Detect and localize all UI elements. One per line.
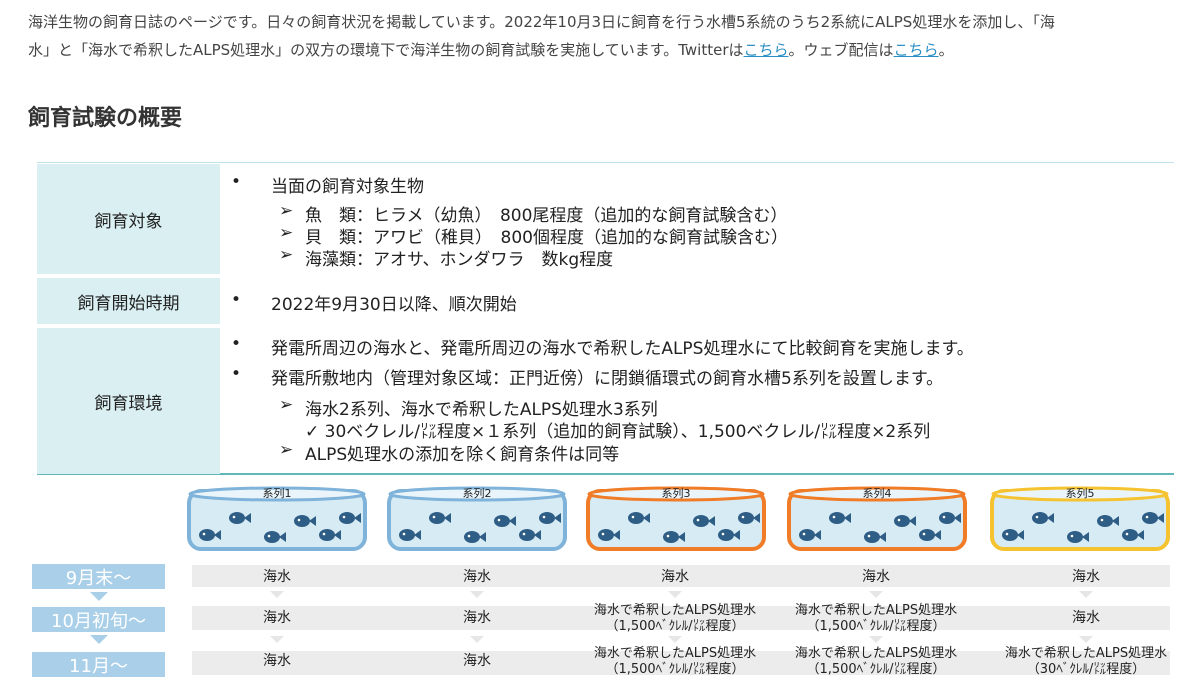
row-head-start: 飼育開始時期 <box>37 278 220 324</box>
condition-text: （1,500ﾍﾞｸﾚﾙ/㍑程度） <box>806 662 946 677</box>
arrow-bullet-icon: ➢ <box>279 440 294 460</box>
condition-cell: 海水 <box>379 569 575 585</box>
condition-text: 海水で希釈したALPS処理水 <box>593 603 757 618</box>
condition-cell: 海水 <box>577 569 773 585</box>
condition-text: 海水 <box>263 569 291 585</box>
tank-label: 系列4 <box>862 487 892 500</box>
web-stream-link[interactable]: こちら <box>894 41 939 59</box>
body-text: ✓ 30ベクレル/㍑程度×１系列（追加的飼育試験）、1,500ベクレル/㍑程度×… <box>305 422 931 442</box>
arrow-down-icon <box>90 635 108 644</box>
condition-cell: 海水で希釈したALPS処理水 （1,500ﾍﾞｸﾚﾙ/㍑程度） <box>778 603 974 635</box>
tank-label: 系列1 <box>262 487 292 500</box>
arrow-down-icon <box>869 591 883 598</box>
intro-text-web: 。ウェブ配信は <box>788 41 894 59</box>
body-text: ALPS処理水の添加を除く飼育条件は同等 <box>305 445 620 465</box>
condition-text: （1,500ﾍﾞｸﾚﾙ/㍑程度） <box>605 619 745 634</box>
body-text: 発電所敷地内（管理対象区域：正門近傍）に閉鎖循環式の飼育水槽5系列を設置します。 <box>271 369 944 389</box>
arrow-down-icon <box>668 591 682 598</box>
condition-text: 海水 <box>463 653 491 669</box>
tank-label: 系列2 <box>462 487 492 500</box>
condition-text: 海水 <box>463 569 491 585</box>
period-label-oct-early: 10月初旬～ <box>32 607 165 632</box>
twitter-link[interactable]: こちら <box>744 41 789 59</box>
intro-text-line2: 水」と「海水で希釈したALPS処理水」の双方の環境下で海洋生物の飼育試験を実施し… <box>28 41 744 59</box>
bullet: • <box>231 172 242 192</box>
tank-1: 系列1 <box>187 485 367 553</box>
arrow-down-icon <box>1079 636 1093 643</box>
body-text: 当面の飼育対象生物 <box>271 177 424 197</box>
tank-4: 系列4 <box>787 485 967 553</box>
condition-text: 海水で希釈したALPS処理水 <box>794 603 958 618</box>
condition-text: （1,500ﾍﾞｸﾚﾙ/㍑程度） <box>806 619 946 634</box>
condition-cell: 海水 <box>988 610 1184 626</box>
condition-text: 海水 <box>1072 610 1100 626</box>
condition-cell: 海水で希釈したALPS処理水 （1,500ﾍﾞｸﾚﾙ/㍑程度） <box>577 603 773 635</box>
intro-text-line1: 海洋生物の飼育日誌のページです。日々の飼育状況を掲載しています。2022年10月… <box>28 13 1055 31</box>
condition-cell: 海水 <box>179 610 375 626</box>
condition-cell: 海水 <box>379 610 575 626</box>
arrow-bullet-icon: ➢ <box>279 395 294 415</box>
arrow-down-icon <box>470 591 484 598</box>
period-label-nov: 11月～ <box>32 652 165 677</box>
overview-row-start: 飼育開始時期 • 2022年9月30日以降、順次開始 <box>37 278 1174 324</box>
tank-5: 系列5 <box>990 485 1170 553</box>
condition-cell: 海水で希釈したALPS処理水 （1,500ﾍﾞｸﾚﾙ/㍑程度） <box>778 646 974 678</box>
condition-cell: 海水 <box>179 569 375 585</box>
condition-text: 海水で希釈したALPS処理水 <box>1004 646 1168 661</box>
condition-cell: 海水 <box>778 569 974 585</box>
tank-3: 系列3 <box>586 485 766 553</box>
arrow-down-icon <box>470 636 484 643</box>
condition-cell: 海水で希釈したALPS処理水 （1,500ﾍﾞｸﾚﾙ/㍑程度） <box>577 646 773 678</box>
intro-text-end: 。 <box>938 41 954 59</box>
arrow-bullet-icon: ➢ <box>279 245 294 265</box>
section-title: 飼育試験の概要 <box>28 106 183 131</box>
body-text: 発電所周辺の海水と、発電所周辺の海水で希釈したALPS処理水にて比較飼育を実施し… <box>271 339 974 359</box>
condition-text: 海水で希釈したALPS処理水 <box>593 646 757 661</box>
body-text: 海藻類：アオサ、ホンダワラ 数kg程度 <box>305 250 614 270</box>
condition-cell: 海水 <box>179 653 375 669</box>
condition-text: 海水 <box>263 610 291 626</box>
condition-cell: 海水で希釈したALPS処理水 （30ﾍﾞｸﾚﾙ/㍑程度） <box>988 646 1184 678</box>
overview-row-target: 飼育対象 • 当面の飼育対象生物 ➢ 魚 類：ヒラメ（幼魚） 800尾程度（追加的な… <box>37 164 1174 274</box>
arrow-down-icon <box>1079 591 1093 598</box>
row-head-target: 飼育対象 <box>37 164 220 274</box>
arrow-down-icon <box>869 636 883 643</box>
condition-cell: 海水 <box>988 569 1184 585</box>
arrow-down-icon <box>668 636 682 643</box>
arrow-down-icon <box>90 592 108 601</box>
condition-text: 海水 <box>862 569 890 585</box>
overview-row-environment: 飼育環境 • 発電所周辺の海水と、発電所周辺の海水で希釈したALPS処理水にて比較… <box>37 328 1174 474</box>
arrow-down-icon <box>270 591 284 598</box>
condition-text: 海水 <box>661 569 689 585</box>
period-label-sep-end: 9月末～ <box>32 564 165 589</box>
condition-text: 海水で希釈したALPS処理水 <box>794 646 958 661</box>
body-text: 2022年9月30日以降、順次開始 <box>271 295 517 315</box>
intro-paragraph: 海洋生物の飼育日誌のページです。日々の飼育状況を掲載しています。2022年10月… <box>28 8 1190 64</box>
arrow-down-icon <box>270 636 284 643</box>
condition-text: 海水 <box>263 653 291 669</box>
tank-label: 系列3 <box>661 487 691 500</box>
bullet: • <box>231 290 242 310</box>
row-head-environment: 飼育環境 <box>37 328 220 474</box>
condition-text: 海水 <box>463 610 491 626</box>
condition-cell: 海水 <box>379 653 575 669</box>
condition-text: 海水 <box>1072 569 1100 585</box>
condition-text: （30ﾍﾞｸﾚﾙ/㍑程度） <box>1026 662 1146 677</box>
bullet: • <box>231 334 242 354</box>
tank-2: 系列2 <box>387 485 567 553</box>
bullet: • <box>231 364 242 384</box>
overview-table: 飼育対象 • 当面の飼育対象生物 ➢ 魚 類：ヒラメ（幼魚） 800尾程度（追加的な… <box>37 162 1174 475</box>
tank-label: 系列5 <box>1065 487 1095 500</box>
condition-text: （1,500ﾍﾞｸﾚﾙ/㍑程度） <box>605 662 745 677</box>
arrow-bullet-icon: ➢ <box>279 201 294 221</box>
arrow-bullet-icon: ➢ <box>279 223 294 243</box>
